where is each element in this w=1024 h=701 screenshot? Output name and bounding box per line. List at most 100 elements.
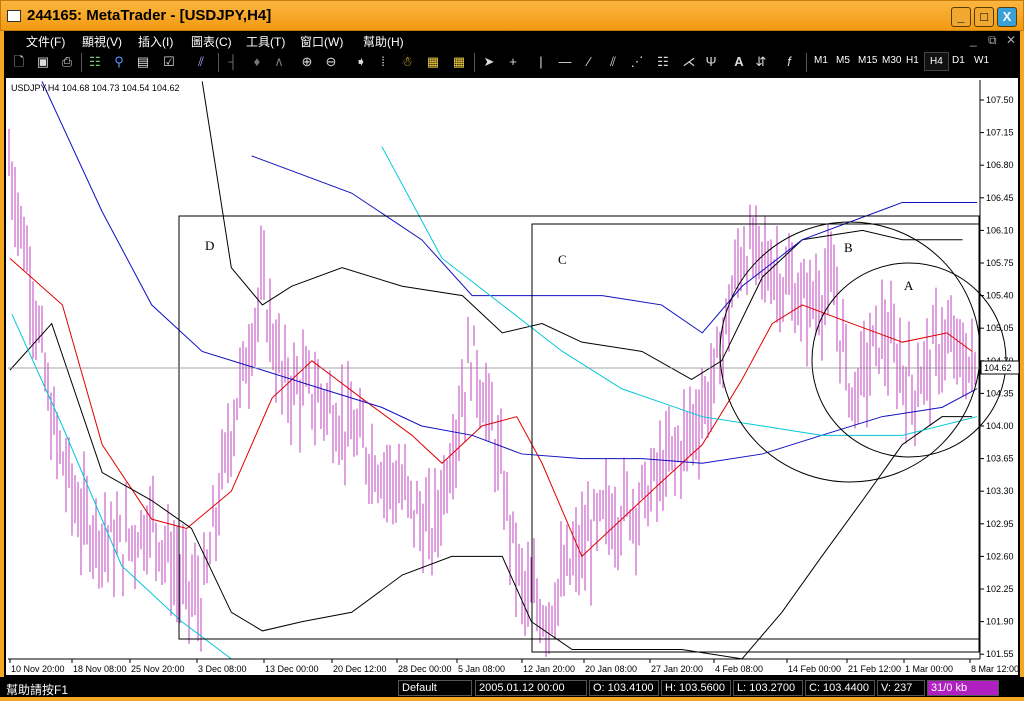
date-tick-label: 3 Dec 08:00 — [198, 664, 247, 674]
horizontal-line-icon[interactable]: — — [556, 53, 574, 71]
volume-value: V: 237 — [877, 680, 925, 696]
line-chart-icon[interactable]: ∧ — [270, 53, 288, 71]
menu-bar: 文件(F) 顯視(V) 插入(I) 圖表(C) 工具(T) 窗口(W) 幫助(H… — [4, 31, 1020, 49]
price-tick-label: 101.55 — [986, 649, 1014, 659]
minimize-button[interactable]: _ — [951, 7, 971, 27]
bar-chart-icon[interactable]: ┤ — [224, 53, 242, 71]
date-tick-label: 10 Nov 20:00 — [11, 664, 65, 674]
child-minimize-icon[interactable]: _ — [970, 33, 977, 47]
price-tick-label: 105.05 — [986, 323, 1014, 333]
fibonacci-icon[interactable]: ☷ — [654, 53, 672, 71]
date-tick-label: 14 Feb 00:00 — [788, 664, 841, 674]
chart-window[interactable]: D C B A 107.50 107.15 106.80 106.45 106.10 10… — [4, 76, 1020, 677]
crosshair-icon[interactable]: + — [504, 53, 522, 71]
timeframe-w1[interactable]: W1 — [974, 55, 989, 66]
indicator-ma-blue-2 — [251, 155, 978, 334]
market-watch-icon[interactable]: ☷ — [86, 53, 104, 71]
price-tick-label: 102.60 — [986, 551, 1014, 561]
candlestick-icon[interactable]: ♦ — [248, 53, 266, 71]
text-icon[interactable]: A — [730, 53, 748, 71]
timeframe-m30[interactable]: M30 — [882, 55, 901, 66]
gann-fan-icon[interactable]: ⋰ — [628, 53, 646, 71]
price-tick-label: 105.75 — [986, 258, 1014, 268]
save-icon[interactable]: ▣ — [34, 53, 52, 71]
child-restore-icon[interactable]: ⧉ — [988, 33, 997, 48]
date-tick-label: 20 Dec 12:00 — [333, 664, 387, 674]
price-tick-label: 103.30 — [986, 486, 1014, 496]
close-button[interactable]: X — [997, 7, 1017, 27]
zoom-out-icon[interactable]: ⊖ — [322, 53, 340, 71]
profile-name: Default — [398, 680, 472, 696]
vertical-line-icon[interactable]: | — [532, 53, 550, 71]
zoom-in-icon[interactable]: ⊕ — [298, 53, 316, 71]
cycle-lines-icon[interactable]: Ψ — [702, 53, 720, 71]
cursor-icon[interactable]: ➤ — [480, 53, 498, 71]
pitchfork-icon[interactable]: ⋌ — [680, 53, 698, 71]
price-tick-label: 107.50 — [986, 95, 1014, 105]
chart-shift-icon[interactable]: ⁞ — [374, 53, 392, 71]
terminal-icon[interactable]: ▤ — [134, 53, 152, 71]
label-a: A — [904, 278, 914, 293]
timeframe-m15[interactable]: M15 — [858, 55, 877, 66]
label-b: B — [844, 240, 853, 255]
toolbar: 🗋 ▣ ⎙ ☷ ⚲ ▤ ☑ ⫽ ┤ ♦ ∧ ⊕ ⊖ ➧ ⁞ ☃ ▦ ▦ ➤ + … — [4, 49, 1020, 76]
date-tick-label: 1 Mar 00:00 — [905, 664, 953, 674]
channel-icon[interactable]: ⫽ — [604, 53, 622, 71]
high-value: H: 103.5600 — [661, 680, 731, 696]
expert-icon[interactable]: ⫽ — [192, 53, 210, 71]
menu-view[interactable]: 顯視(V) — [82, 33, 122, 50]
price-tick-label: 104.00 — [986, 421, 1014, 431]
price-tick-label: 105.40 — [986, 291, 1014, 301]
menu-window[interactable]: 窗口(W) — [300, 33, 343, 50]
date-tick-label: 25 Nov 20:00 — [131, 664, 185, 674]
experts-icon[interactable]: ☃ — [398, 53, 416, 71]
periods-icon[interactable]: ▦ — [424, 53, 442, 71]
autoscroll-icon[interactable]: ➧ — [352, 53, 370, 71]
print-icon[interactable]: ⎙ — [58, 53, 76, 71]
timeframe-h1[interactable]: H1 — [906, 55, 919, 66]
status-bar: 幫助請按F1 Default 2005.01.12 00:00 O: 103.4… — [0, 677, 1024, 701]
arrows-icon[interactable]: ⇵ — [752, 53, 770, 71]
price-chart[interactable]: D C B A 107.50 107.15 106.80 106.45 106.10 10… — [8, 80, 1020, 677]
date-tick-label: 27 Jan 20:00 — [651, 664, 703, 674]
low-value: L: 103.2700 — [733, 680, 803, 696]
timeframe-m1[interactable]: M1 — [814, 55, 828, 66]
trendline-icon[interactable]: ⁄ — [580, 53, 598, 71]
date-tick-label: 5 Jan 08:00 — [458, 664, 505, 674]
timeframe-h4[interactable]: H4 — [924, 52, 949, 71]
price-tick-label: 102.95 — [986, 519, 1014, 529]
price-tick-label: 106.45 — [986, 193, 1014, 203]
timeframe-d1[interactable]: D1 — [952, 55, 965, 66]
menu-tools[interactable]: 工具(T) — [246, 33, 285, 50]
menu-file[interactable]: 文件(F) — [26, 33, 65, 50]
price-tick-label: 101.90 — [986, 617, 1014, 627]
date-tick-label: 8 Mar 12:00 — [971, 664, 1019, 674]
title-bar: 244165: MetaTrader - [USDJPY,H4] _ □ X — [0, 0, 1024, 31]
indicators-icon[interactable]: f — [780, 53, 798, 71]
templates-icon[interactable]: ▦ — [450, 53, 468, 71]
new-chart-icon[interactable]: 🗋 — [10, 53, 28, 71]
open-value: O: 103.4100 — [589, 680, 659, 696]
traffic-indicator: 31/0 kb — [927, 680, 999, 696]
menu-help[interactable]: 幫助(H) — [363, 33, 404, 50]
options-icon[interactable]: ☑ — [160, 53, 178, 71]
price-tick-label: 103.65 — [986, 454, 1014, 464]
close-value: C: 103.4400 — [805, 680, 875, 696]
date-tick-label: 13 Dec 00:00 — [265, 664, 319, 674]
indicator-band-upper — [201, 81, 963, 381]
maximize-button[interactable]: □ — [974, 7, 994, 27]
date-tick-label: 28 Dec 00:00 — [398, 664, 452, 674]
window-title: 244165: MetaTrader - [USDJPY,H4] — [27, 7, 272, 24]
menu-insert[interactable]: 插入(I) — [138, 33, 173, 50]
date-tick-label: 21 Feb 12:00 — [848, 664, 901, 674]
child-close-icon[interactable]: ✕ — [1006, 33, 1016, 47]
timeframe-m5[interactable]: M5 — [836, 55, 850, 66]
navigator-icon[interactable]: ⚲ — [110, 53, 128, 71]
price-tick-label: 106.10 — [986, 225, 1014, 235]
bar-time: 2005.01.12 00:00 — [475, 680, 587, 696]
indicator-band-lower — [9, 322, 973, 660]
menu-charts[interactable]: 圖表(C) — [191, 33, 232, 50]
chart-header: USDJPY,H4 104.68 104.73 104.54 104.62 — [11, 83, 179, 93]
label-c: C — [558, 252, 567, 267]
current-price-label: 104.62 — [984, 363, 1012, 373]
